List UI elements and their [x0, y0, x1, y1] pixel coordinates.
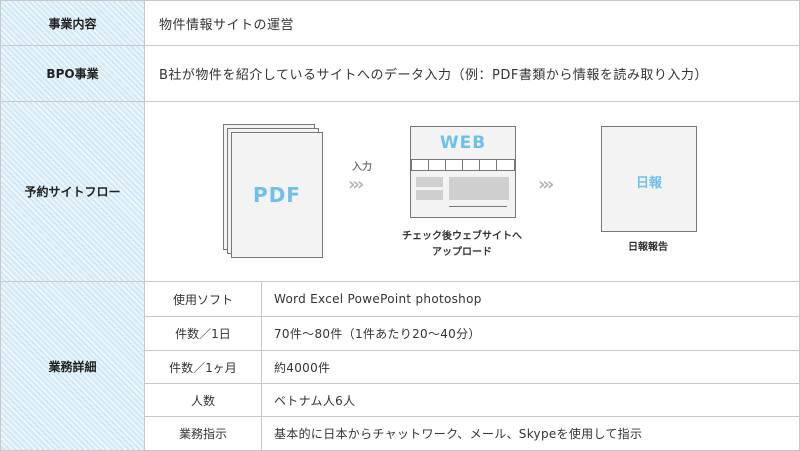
- web-label: WEB: [439, 133, 487, 153]
- flow-label: 予約サイトフロー: [1, 102, 145, 281]
- chevron-right-icon: ›››: [348, 174, 364, 195]
- detail-value: Word Excel PowePoint photoshop: [274, 292, 482, 306]
- business-row: 事業内容 物件情報サイトの運営: [1, 1, 799, 46]
- details-table: 使用ソフト Word Excel PowePoint photoshop 件数／…: [145, 282, 799, 450]
- report-label: 日報: [635, 176, 662, 191]
- bpo-label: BPO事業: [1, 46, 145, 101]
- web-nav-bar: [411, 159, 515, 171]
- web-sidebar-block: [416, 177, 443, 187]
- detail-label: 件数／1日: [145, 317, 262, 350]
- chevron-right-icon: ›››: [538, 174, 554, 195]
- pdf-document-icon: PDF: [231, 132, 323, 258]
- detail-label: 業務指示: [145, 417, 262, 450]
- business-value: 物件情報サイトの運営: [159, 17, 295, 33]
- report-caption: 日報報告: [628, 242, 668, 253]
- detail-row: 業務指示 基本的に日本からチャットワーク、メール、Skypeを使用して指示: [145, 417, 799, 450]
- web-page-icon: WEB: [410, 126, 516, 218]
- input-arrow-label: 入力: [352, 162, 372, 173]
- flow-row: 予約サイトフロー PDF 入力 ››› WEB チェック後ウェブサイトへ アップ…: [1, 102, 799, 282]
- detail-value: 70件～80件（1件あたり20～40分）: [274, 327, 481, 341]
- details-label: 業務詳細: [1, 282, 145, 450]
- detail-label: 使用ソフト: [145, 282, 262, 316]
- web-content-block: [449, 177, 509, 200]
- web-caption: チェック後ウェブサイトへ アップロード: [402, 231, 522, 258]
- detail-row: 人数 ベトナム人6人: [145, 384, 799, 417]
- detail-row: 件数／1日 70件～80件（1件あたり20～40分）: [145, 317, 799, 351]
- bpo-row: BPO事業 B社が物件を紹介しているサイトへのデータ入力（例：PDF書類から情報…: [1, 46, 799, 102]
- pdf-label: PDF: [253, 183, 301, 207]
- detail-label: 人数: [145, 384, 262, 416]
- business-label: 事業内容: [1, 1, 145, 45]
- detail-label: 件数／1ヶ月: [145, 351, 262, 383]
- detail-row: 使用ソフト Word Excel PowePoint photoshop: [145, 282, 799, 317]
- bpo-value: B社が物件を紹介しているサイトへのデータ入力（例：PDF書類から情報を読み取り入…: [159, 68, 708, 83]
- info-table: 事業内容 物件情報サイトの運営 BPO事業 B社が物件を紹介しているサイトへのデ…: [0, 0, 800, 451]
- flow-diagram: PDF 入力 ››› WEB チェック後ウェブサイトへ アップロード ››› 日…: [145, 102, 799, 281]
- detail-value: ベトナム人6人: [274, 393, 356, 408]
- detail-value: 基本的に日本からチャットワーク、メール、Skypeを使用して指示: [274, 427, 643, 441]
- detail-value: 約4000件: [274, 360, 331, 375]
- daily-report-icon: 日報: [601, 126, 697, 232]
- detail-row: 件数／1ヶ月 約4000件: [145, 351, 799, 384]
- details-row: 業務詳細 使用ソフト Word Excel PowePoint photosho…: [1, 282, 799, 450]
